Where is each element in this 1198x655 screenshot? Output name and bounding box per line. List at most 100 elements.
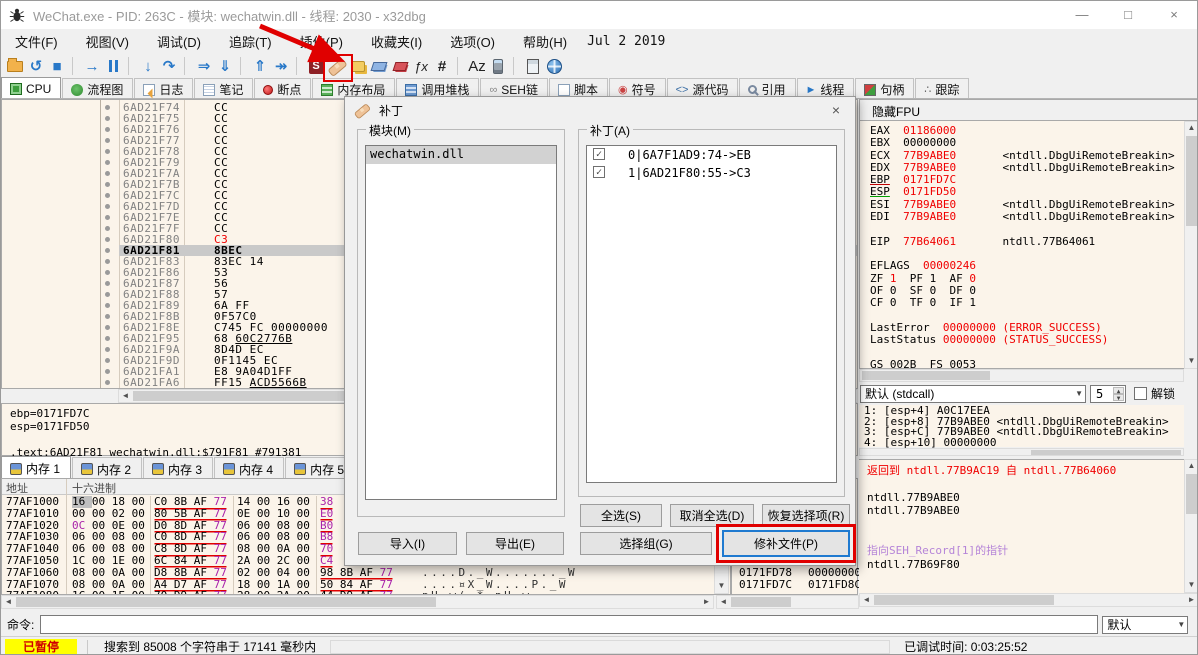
stack-comment-hscrollbar[interactable]: ◄ ► (859, 593, 1197, 607)
calling-convention-select[interactable]: 默认 (stdcall) ▼ (860, 384, 1086, 403)
stack-comment-line[interactable]: 指向SEH_Record[1]的指针 (867, 544, 1184, 557)
stepper-down-icon[interactable]: ▼ (1113, 393, 1124, 402)
step-into-icon[interactable]: ↓ (138, 55, 158, 77)
patch-checkbox[interactable]: ✓ (593, 148, 605, 160)
stack-comment-line[interactable]: ntdll.77B69F80 (867, 558, 1184, 571)
registers-hscrollbar[interactable] (859, 369, 1184, 382)
breakpoint-bullet[interactable] (105, 116, 110, 121)
breakpoint-bullet[interactable] (105, 380, 110, 385)
breakpoint-bullet[interactable] (105, 248, 110, 253)
execute-till-return-icon[interactable]: ⇑ (250, 55, 270, 77)
run-to-user-code-icon[interactable]: ↠ (271, 55, 291, 77)
restart-icon[interactable]: ↺ (26, 55, 46, 77)
tab-跟踪[interactable]: ∴ 跟踪 (915, 78, 970, 98)
breakpoint-bullet[interactable] (105, 215, 110, 220)
patch-dialog-titlebar[interactable]: 补丁 × (345, 97, 855, 123)
modules-icon[interactable] (488, 55, 508, 77)
arg-count-stepper[interactable]: 5 ▲ ▼ (1090, 384, 1126, 403)
breakpoint-bullet[interactable] (105, 105, 110, 110)
stack-comment-vscrollbar[interactable]: ▲ ▼ (1184, 459, 1197, 593)
register-line[interactable]: EIP 77B64061 ntdll.77B64061 (870, 235, 1197, 248)
breakpoint-bullet[interactable] (105, 347, 110, 352)
breakpoint-bullet[interactable] (105, 281, 110, 286)
menu-item[interactable]: 收藏夹(I) (357, 30, 436, 53)
strings-icon[interactable]: S (306, 55, 326, 77)
hide-fpu-button[interactable]: 隐藏FPU (859, 99, 1197, 121)
module-list-item[interactable]: wechatwin.dll (366, 146, 556, 164)
stack-comment-pane[interactable]: 返回到 ntdll.77B9AC19 自 ntdll.77B64060 ntdl… (859, 459, 1184, 593)
functions-icon[interactable]: ƒx (411, 55, 431, 77)
calculator-icon[interactable] (523, 55, 543, 77)
menu-item[interactable]: 插件(P) (286, 30, 357, 53)
export-button[interactable]: 导出(E) (466, 532, 564, 555)
breakpoint-bullet[interactable] (105, 149, 110, 154)
stack-comment-line[interactable] (867, 477, 1184, 490)
stack-comment-line[interactable] (867, 531, 1184, 544)
step-out-icon[interactable]: ⇓ (215, 55, 235, 77)
patch-icon[interactable] (327, 55, 347, 77)
stop-icon[interactable]: ■ (47, 55, 67, 77)
unlock-checkbox[interactable] (1134, 387, 1147, 400)
arguments-hscrollbar[interactable] (859, 448, 1184, 456)
breakpoint-bullet[interactable] (105, 314, 110, 319)
dump-row[interactable]: 77AF1080 1C 00 1E 00 70 D9 AF 77 28 00 2A 0… (2, 590, 714, 594)
menu-item[interactable]: 文件(F) (1, 30, 72, 53)
tab-日志[interactable]: 日志 (134, 78, 194, 98)
stack-comment-line[interactable]: ntdll.77B9ABE0 (867, 491, 1184, 504)
tab-CPU[interactable]: CPU (1, 77, 62, 98)
close-button[interactable]: × (1157, 5, 1191, 25)
stepper-up-icon[interactable]: ▲ (1113, 386, 1124, 395)
tab-源代码[interactable]: <> 源代码 (666, 78, 739, 98)
tab-引用[interactable]: 引用 (739, 78, 796, 98)
tab-SEH链[interactable]: ∞ SEH链 (480, 78, 548, 98)
menu-item[interactable]: 视图(V) (72, 30, 143, 53)
patch-file-button[interactable]: 修补文件(P) (722, 530, 850, 557)
breakpoint-bullet[interactable] (105, 204, 110, 209)
deselect-all-button[interactable]: 取消全选(D) (670, 504, 754, 527)
title-bar[interactable]: WeChat.exe - PID: 263C - 模块: wechatwin.d… (1, 1, 1197, 29)
stack-comment-line[interactable] (867, 518, 1184, 531)
menu-item[interactable]: 调试(D) (143, 30, 215, 53)
breakpoint-bullet[interactable] (105, 292, 110, 297)
breakpoint-bullet[interactable] (105, 182, 110, 187)
snowman-icon[interactable]: # (432, 55, 452, 77)
register-line[interactable]: EDI 77B9ABE0 <ntdll.DbgUiRemoteBreakin> (870, 210, 1197, 223)
breakpoint-bullet[interactable] (105, 270, 110, 275)
patch-list-item[interactable]: ✓ 1|6AD21F80:55->C3 (587, 164, 836, 182)
tab-流程图[interactable]: 流程图 (62, 78, 134, 98)
stack-comment-line[interactable]: ntdll.77B9ABE0 (867, 504, 1184, 517)
breakpoint-bullet[interactable] (105, 193, 110, 198)
maximize-button[interactable]: □ (1111, 5, 1145, 25)
dialog-close-icon[interactable]: × (827, 101, 845, 119)
minimize-button[interactable]: — (1065, 5, 1099, 25)
patch-list[interactable]: ✓ 0|6A7F1AD9:74->EB ✓ 1|6AD21F80:55->C3 (586, 145, 837, 483)
comments-icon[interactable] (348, 55, 368, 77)
dump-hscrollbar[interactable]: ◄ ► (1, 595, 714, 609)
tab-内存布局[interactable]: 内存布局 (312, 78, 396, 98)
module-list[interactable]: wechatwin.dll (365, 145, 557, 500)
run-to-cursor-icon[interactable]: ⇒ (194, 55, 214, 77)
argument-line[interactable]: 4: [esp+10] 00000000 (864, 437, 1184, 449)
select-all-button[interactable]: 全选(S) (580, 504, 662, 527)
arguments-pane[interactable]: 1: [esp+4] A0C17EEA 2: [esp+8] 77B9ABE0 <… (859, 405, 1184, 449)
tab-内存2[interactable]: 内存 2 (72, 457, 143, 478)
breakpoint-bullet[interactable] (105, 171, 110, 176)
letters-icon[interactable]: Az (467, 55, 487, 77)
tab-断点[interactable]: 断点 (254, 78, 312, 98)
step-over-icon[interactable]: ↷ (159, 55, 179, 77)
tab-笔记[interactable]: 笔记 (194, 78, 254, 98)
pause-icon[interactable] (103, 55, 123, 77)
patch-checkbox[interactable]: ✓ (593, 166, 605, 178)
breakpoint-bullet[interactable] (105, 237, 110, 242)
breakpoint-bullet[interactable] (105, 325, 110, 330)
tab-内存3[interactable]: 内存 3 (143, 457, 214, 478)
command-input[interactable] (40, 615, 1099, 634)
breakpoint-bullet[interactable] (105, 358, 110, 363)
select-group-button[interactable]: 选择组(G) (580, 532, 712, 555)
registers-vscrollbar[interactable]: ▲ ▼ (1184, 121, 1197, 369)
open-file-icon[interactable] (5, 55, 25, 77)
registers-pane[interactable]: EAX 01186000 EBX 00000000 ECX 77B9ABE0 <nt… (859, 121, 1197, 370)
register-line[interactable]: CF 0 TF 0 IF 1 (870, 297, 1197, 309)
breakpoint-bullet[interactable] (105, 127, 110, 132)
breakpoint-bullet[interactable] (105, 138, 110, 143)
